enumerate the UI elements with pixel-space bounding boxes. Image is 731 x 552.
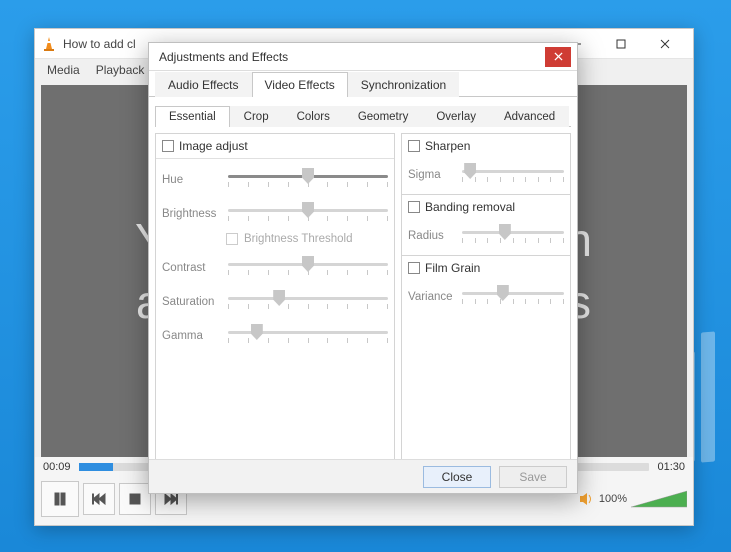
film-grain-label: Film Grain [425,261,480,275]
subtab-overlay[interactable]: Overlay [422,106,490,127]
stop-button[interactable] [119,483,151,515]
subtab-colors[interactable]: Colors [283,106,344,127]
dialog-titlebar[interactable]: Adjustments and Effects [149,43,577,71]
hue-label: Hue [162,174,222,186]
radius-slider[interactable] [462,222,564,250]
brightness-threshold-checkbox[interactable] [226,233,238,245]
vlc-cone-icon [41,36,57,52]
image-adjust-label: Image adjust [179,139,248,153]
previous-button[interactable] [83,483,115,515]
contrast-slider[interactable] [228,254,388,282]
variance-slider[interactable] [462,283,564,311]
time-total: 01:30 [657,461,685,473]
save-button: Save [499,466,567,488]
contrast-label: Contrast [162,262,222,274]
banding-removal-checkbox[interactable] [408,201,420,213]
speaker-icon[interactable] [579,492,595,506]
dialog-title: Adjustments and Effects [155,50,545,64]
hue-slider[interactable] [228,166,388,194]
sharpen-checkbox[interactable] [408,140,420,152]
main-tabs: Audio Effects Video Effects Synchronizat… [149,71,577,97]
tab-synchronization[interactable]: Synchronization [348,72,459,97]
brightness-threshold-label: Brightness Threshold [244,233,352,245]
window-close-button[interactable] [643,30,687,58]
maximize-button[interactable] [599,30,643,58]
sigma-label: Sigma [408,169,456,181]
gamma-slider[interactable] [228,322,388,350]
dialog-button-bar: Close Save [149,459,577,493]
variance-label: Variance [408,291,456,303]
subtab-crop[interactable]: Crop [230,106,283,127]
subtab-essential[interactable]: Essential [155,106,230,127]
sigma-slider[interactable] [462,161,564,189]
time-elapsed: 00:09 [43,461,71,473]
gamma-label: Gamma [162,330,222,342]
tab-video-effects[interactable]: Video Effects [252,72,348,97]
image-adjust-panel: Image adjust Hue Brightness Brightnes [155,133,395,463]
subtab-geometry[interactable]: Geometry [344,106,423,127]
menu-playback[interactable]: Playback [90,61,151,79]
film-grain-checkbox[interactable] [408,262,420,274]
pause-button[interactable] [41,481,79,517]
tab-audio-effects[interactable]: Audio Effects [155,72,252,97]
right-panels: Sharpen Sigma Banding removal Radius [401,133,571,463]
brightness-slider[interactable] [228,200,388,228]
sub-tabs: Essential Crop Colors Geometry Overlay A… [155,103,571,127]
sharpen-label: Sharpen [425,139,470,153]
saturation-label: Saturation [162,296,222,308]
subtab-advanced[interactable]: Advanced [490,106,569,127]
volume-percent: 100% [599,493,627,505]
banding-removal-label: Banding removal [425,200,515,214]
brightness-label: Brightness [162,208,222,220]
menu-media[interactable]: Media [41,61,86,79]
close-button[interactable]: Close [423,466,491,488]
image-adjust-checkbox[interactable] [162,140,174,152]
radius-label: Radius [408,230,456,242]
adjustments-effects-dialog: Adjustments and Effects Audio Effects Vi… [148,42,578,494]
volume-slider[interactable] [631,489,687,509]
saturation-slider[interactable] [228,288,388,316]
dialog-close-button[interactable] [545,47,571,67]
